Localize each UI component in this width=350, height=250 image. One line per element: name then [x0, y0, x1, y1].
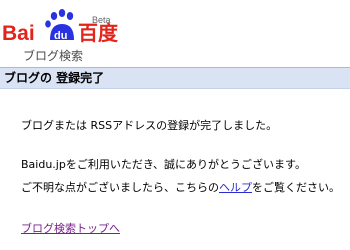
- completion-message: ブログまたは RSSアドレスの登録が完了しました。: [21, 119, 278, 132]
- thanks-message: Baidu.jpをご利用いただき、誠にありがとうございます。: [21, 158, 306, 171]
- help-link[interactable]: ヘルプ: [219, 181, 252, 194]
- title-bar: ブログの 登録完了: [0, 67, 350, 89]
- blog-search-top-link[interactable]: ブログ検索トップへ: [21, 222, 120, 235]
- baidu-logo[interactable]: Bai du 百度 Beta ブログ検索: [0, 0, 130, 68]
- page-title: ブログの 登録完了: [4, 71, 105, 85]
- help-message: ご不明な点がございましたら、こちらのヘルプをご覧ください。: [21, 181, 340, 195]
- help-message-suffix: をご覧ください。: [252, 181, 340, 194]
- help-message-prefix: ご不明な点がございましたら、こちらの: [21, 181, 219, 194]
- page: Bai du 百度 Beta ブログ検索 ブログの 登録完了 ブログまたは RS…: [0, 0, 350, 250]
- logo-text-du: du: [54, 30, 67, 42]
- beta-label: Beta: [92, 15, 111, 25]
- top-link-row: ブログ検索トップへ: [21, 222, 120, 236]
- logo-text-bai: Bai: [2, 22, 35, 45]
- logo-subtitle: ブログ検索: [23, 49, 84, 63]
